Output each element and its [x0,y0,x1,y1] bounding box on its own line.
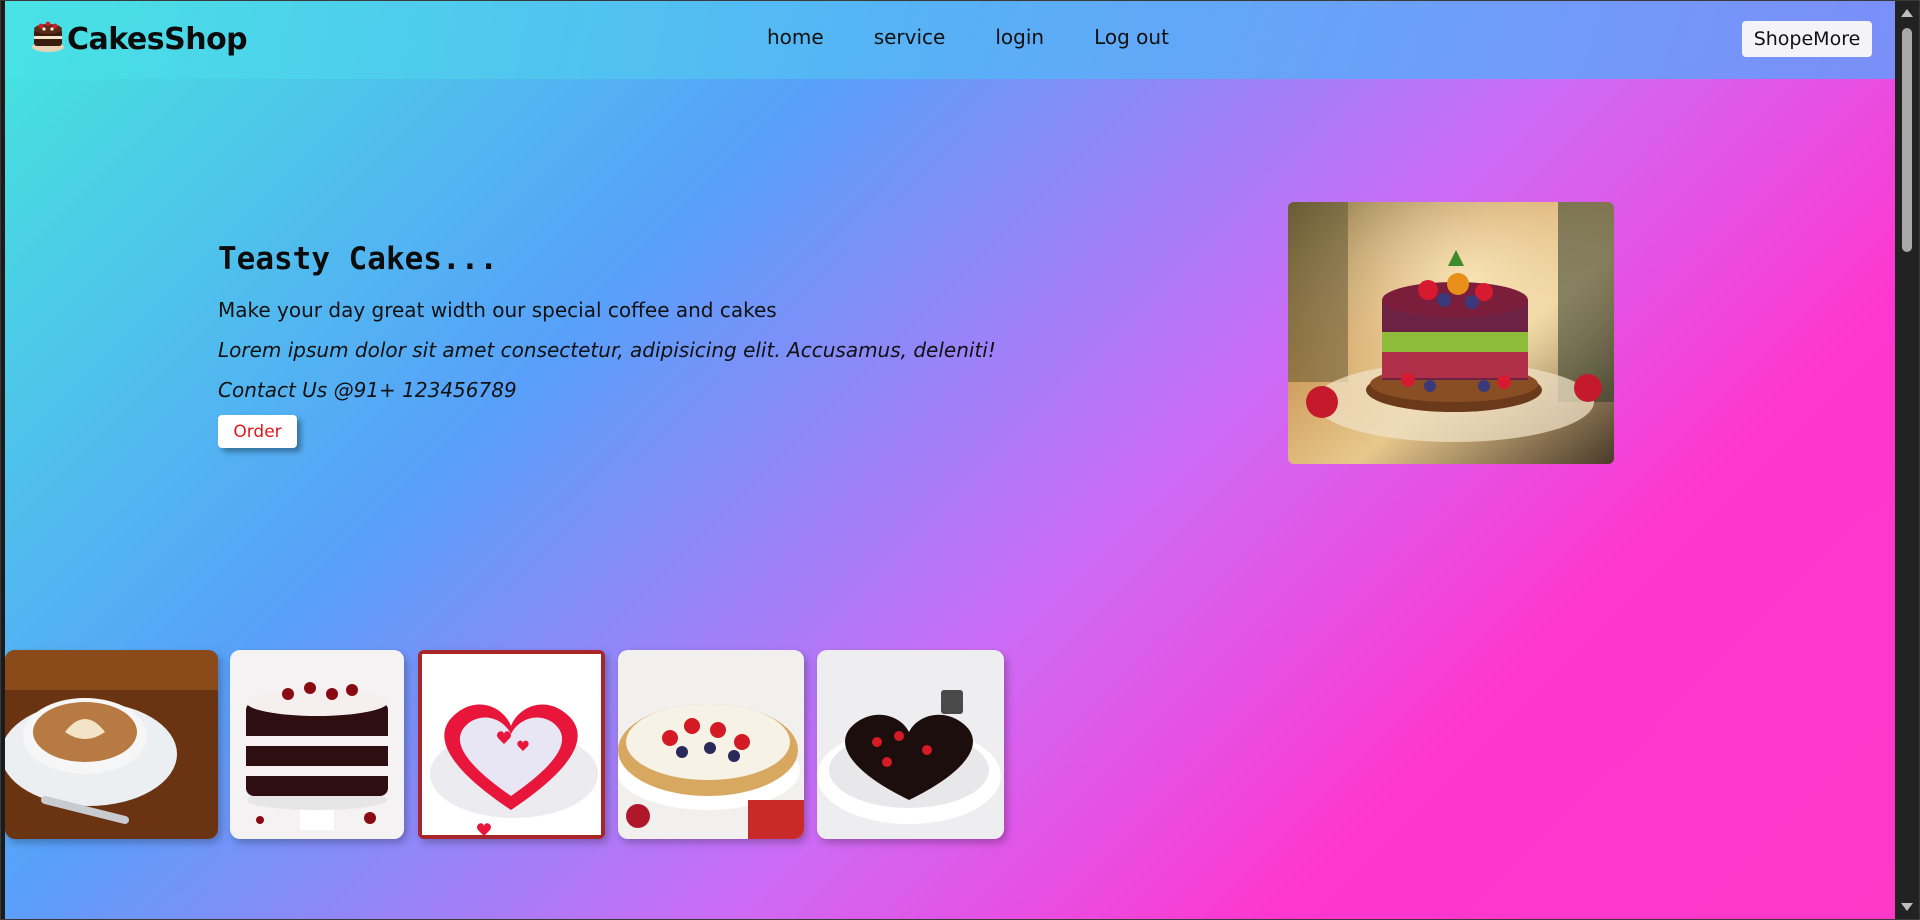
nav-logout-link[interactable]: Log out [1094,25,1169,49]
cake-logo-icon [31,17,65,53]
hero-cake-image [1288,202,1614,464]
nav-home-link[interactable]: home [767,25,824,49]
hero-title: Teasty Cakes... [218,241,498,277]
gallery-chocolate-heart-cake-image [817,650,1004,839]
shop-more-button[interactable]: ShopeMore [1742,21,1872,57]
nav-login-link[interactable]: login [995,25,1044,49]
scroll-down-arrow-icon[interactable] [1901,903,1913,911]
vertical-scrollbar[interactable] [1895,1,1919,919]
gallery-berry-cheesecake-image [618,650,804,839]
brand-logo[interactable]: CakesShop [31,17,248,57]
nav-service-link[interactable]: service [874,25,946,49]
hero-description: Lorem ipsum dolor sit amet consectetur, … [218,338,996,362]
nav-links: home service login Log out [767,25,1219,49]
navbar: CakesShop home service login Log out Sho… [5,1,1895,79]
brand-name: CakesShop [67,21,248,57]
hero-contact: Contact Us @91+ 123456789 [218,378,517,402]
gallery-black-forest-cake-image [230,650,404,839]
order-button[interactable]: Order [218,415,297,448]
scroll-up-arrow-icon[interactable] [1901,9,1913,17]
gallery-coffee-image [5,650,218,839]
page: CakesShop home service login Log out Sho… [5,1,1895,919]
hero-subtitle: Make your day great width our special co… [218,298,777,322]
gallery-heart-cake-image [418,650,605,839]
scrollbar-thumb[interactable] [1902,28,1912,252]
